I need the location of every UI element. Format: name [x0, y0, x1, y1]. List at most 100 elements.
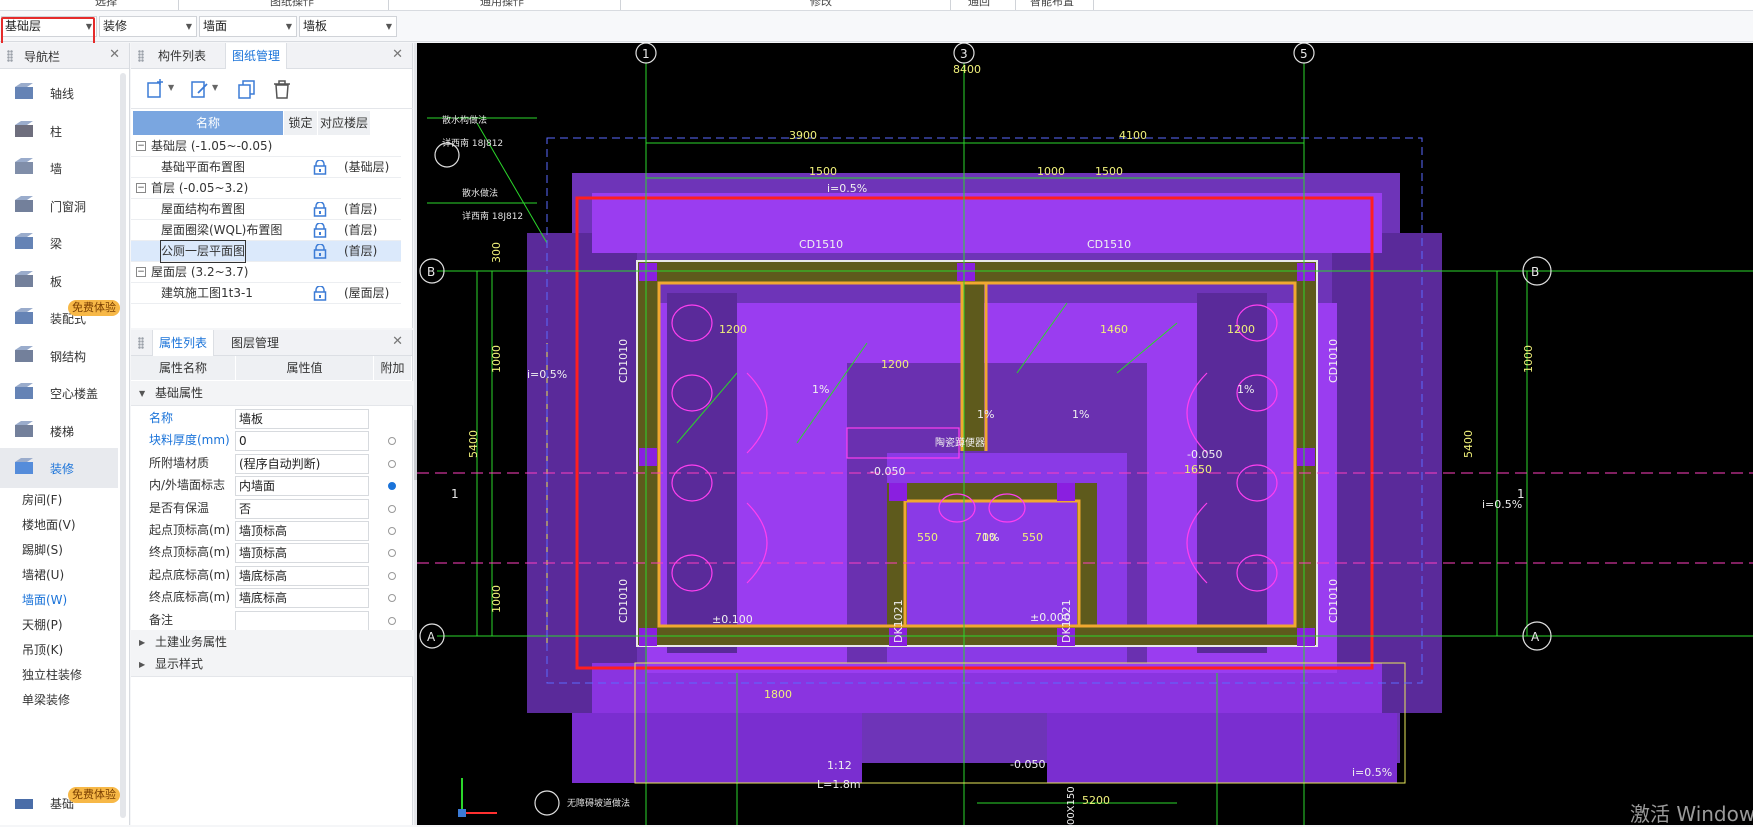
ribbon-item[interactable]: 修改 [810, 0, 832, 9]
extra-radio[interactable] [388, 437, 396, 446]
dimension-text: 1200 [1227, 323, 1255, 336]
extra-radio[interactable] [388, 571, 396, 580]
tab-component-list[interactable]: 构件列表 [152, 43, 212, 69]
ribbon-item[interactable]: 通回 [968, 0, 990, 9]
nav-item-5[interactable]: 梁 [0, 223, 118, 263]
floor-group-row[interactable]: − 屋面层 (3.2~3.7) [131, 262, 401, 283]
tab-drawing-management[interactable]: 图纸管理 [225, 43, 288, 69]
extra-radio[interactable] [388, 459, 396, 468]
close-icon[interactable]: ✕ [392, 47, 403, 62]
nav-sub-item-7[interactable]: 吊顶(K) [22, 641, 63, 658]
lock-icon[interactable] [312, 160, 328, 175]
chevron-down-icon[interactable]: ▼ [212, 83, 218, 92]
nav-item-8[interactable]: 钢结构 [0, 336, 118, 376]
collapse-icon[interactable]: − [136, 267, 146, 277]
nav-sub-item-9[interactable]: 单梁装修 [22, 691, 70, 708]
extra-radio[interactable] [388, 482, 396, 491]
nav-item-4[interactable]: 门窗洞 [0, 186, 118, 226]
nav-sub-item-6[interactable]: 天棚(P) [22, 616, 63, 633]
add-drawing-icon[interactable] [145, 78, 167, 100]
elevation-label: -0.050 [870, 465, 905, 478]
collapse-icon[interactable]: − [136, 141, 146, 151]
property-value-field[interactable]: 墙顶标高 [235, 521, 369, 541]
nav-sub-item-1[interactable]: 房间(F) [22, 491, 62, 508]
nav-item-9[interactable]: 空心楼盖 [0, 373, 118, 413]
extra-radio[interactable] [388, 616, 396, 625]
collapse-icon[interactable]: − [136, 183, 146, 193]
section-collapsed[interactable]: ▶ 显示样式 [131, 652, 413, 677]
tab-layer-management[interactable]: 图层管理 [225, 330, 285, 356]
column-header-lock[interactable]: 锁定 [284, 111, 317, 135]
ribbon-item[interactable]: 智能布置 [1030, 0, 1074, 9]
nav-item-1[interactable]: 轴线 [0, 73, 118, 113]
property-value-field[interactable]: 墙底标高 [235, 565, 369, 586]
floor-group-name: 基础层 (-1.05~-0.05) [151, 139, 273, 153]
property-value-field[interactable]: 墙顶标高 [235, 543, 369, 564]
drag-grip-icon[interactable] [138, 50, 144, 62]
stair-icon [15, 420, 33, 437]
nav-item-11[interactable]: 装修 [0, 448, 118, 488]
lock-icon[interactable] [312, 286, 328, 301]
navigation-scrollbar[interactable] [120, 73, 126, 818]
nav-sub-item-5[interactable]: 墙面(W) [22, 591, 67, 608]
extra-radio[interactable] [388, 527, 396, 535]
nav-sub-item-8[interactable]: 独立柱装修 [22, 666, 82, 683]
extra-radio[interactable] [388, 549, 396, 558]
column-header-name[interactable]: 名称 [133, 111, 283, 135]
property-value-field[interactable]: (程序自动判断) [235, 453, 369, 474]
drag-grip-icon[interactable] [7, 50, 13, 62]
property-name: 终点底标高(m) [149, 590, 231, 605]
component-select[interactable]: 墙板 ▼ [299, 16, 397, 37]
nav-item-10[interactable]: 楼梯 [0, 411, 118, 451]
close-icon[interactable]: ✕ [109, 47, 120, 62]
lock-icon[interactable] [312, 223, 328, 238]
category-select[interactable]: 装修 ▼ [99, 16, 197, 37]
edit-drawing-icon[interactable] [189, 78, 211, 100]
property-value-field[interactable]: 0 [235, 431, 369, 452]
nav-item-3[interactable]: 墙 [0, 148, 118, 188]
delete-icon[interactable] [271, 78, 293, 100]
ribbon-item[interactable]: 图纸操作 [270, 0, 314, 9]
lock-icon[interactable] [312, 244, 328, 259]
property-value-field[interactable]: 否 [235, 498, 369, 519]
drawing-row[interactable]: 屋面结构布置图 (首层) [131, 199, 401, 220]
wall-face [572, 713, 862, 783]
copy-drawing-icon[interactable] [236, 78, 258, 100]
drawing-row[interactable]: 公厕一层平面图 (首层) [131, 240, 401, 263]
dimension-text: 1200 [719, 323, 747, 336]
nav-sub-item-3[interactable]: 踢脚(S) [22, 541, 63, 558]
lock-icon[interactable] [312, 202, 328, 217]
section-basic-properties[interactable]: ▼ 基础属性 [131, 381, 413, 406]
chevron-down-icon[interactable]: ▼ [168, 83, 174, 92]
property-value-field[interactable]: 墙底标高 [235, 588, 369, 609]
floor-select[interactable]: 基础层 ▼ [1, 16, 97, 37]
nav-item-6[interactable]: 板 [0, 261, 118, 301]
extra-radio[interactable] [388, 594, 396, 603]
component-type-select[interactable]: 墙面 ▼ [199, 16, 297, 37]
cad-canvas[interactable]: 1 3 5 B A B A 1 1 8400 3900 4100 1500 10… [417, 43, 1753, 825]
property-value-field[interactable] [235, 610, 369, 631]
slope-label: i=0.5% [527, 368, 567, 381]
drag-grip-icon[interactable] [138, 337, 144, 349]
drawing-row[interactable]: 屋面圈梁(WQL)布置图 (首层) [131, 220, 401, 241]
wall-icon [15, 158, 33, 174]
extra-radio[interactable] [388, 504, 396, 513]
nav-sub-item-4[interactable]: 墙裙(U) [22, 566, 64, 583]
dimension-text: 8400 [953, 63, 981, 76]
nav-sub-item-2[interactable]: 楼地面(V) [22, 516, 76, 533]
nav-item-2[interactable]: 柱 [0, 111, 118, 151]
drawing-row[interactable]: 建筑施工图1t3-1 (屋面层) [131, 283, 401, 304]
column-header-floor[interactable]: 对应楼层 [318, 111, 370, 135]
floor-group-row[interactable]: − 首层 (-0.05~3.2) [131, 178, 401, 199]
drawing-row[interactable]: 基础平面布置图 (基础层) [131, 157, 401, 178]
dimension-text: 5400 [467, 430, 480, 458]
tab-property-list[interactable]: 属性列表 [152, 330, 215, 356]
ribbon-item[interactable]: 选择 [95, 0, 117, 9]
property-value-field[interactable]: 内墙面 [235, 476, 369, 497]
property-value-field[interactable]: 墙板 [235, 409, 369, 429]
floor-group-row[interactable]: − 基础层 (-1.05~-0.05) [131, 136, 401, 157]
properties-panel-header: 属性列表 图层管理 ✕ [131, 330, 412, 356]
dimension-text: 1460 [1100, 323, 1128, 336]
close-icon[interactable]: ✕ [392, 334, 403, 349]
ribbon-item[interactable]: 通用操作 [480, 0, 524, 9]
